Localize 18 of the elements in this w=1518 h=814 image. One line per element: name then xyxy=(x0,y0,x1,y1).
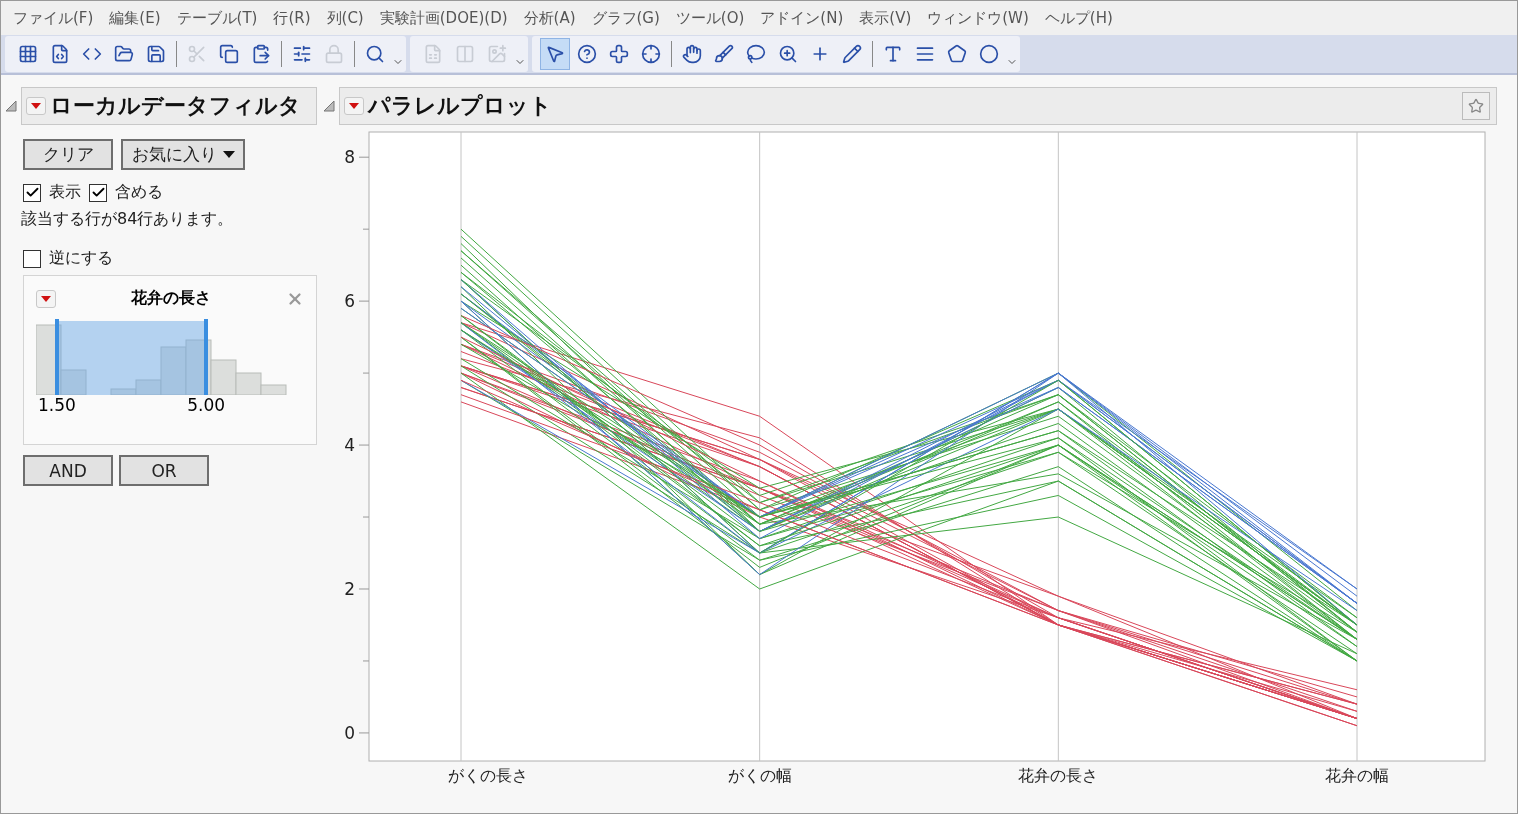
axis-label: がくの幅 xyxy=(727,766,792,785)
y-tick-label: 0 xyxy=(344,722,355,743)
axis-label: がくの長さ xyxy=(448,766,528,785)
y-tick-label: 8 xyxy=(344,147,355,168)
y-tick-label: 6 xyxy=(344,291,355,312)
panel-title: ローカルデータフィルタ xyxy=(50,92,301,120)
range-label: 5.00 xyxy=(187,395,225,415)
checkbox-label: 含める xyxy=(115,182,163,203)
match-count-text: 該当する行が84行あります。 xyxy=(21,209,235,230)
panel-title: パラレルプロット xyxy=(368,92,552,120)
y-tick-label: 4 xyxy=(344,435,355,456)
range-label: 1.50 xyxy=(38,395,76,415)
axis-label: 花弁の長さ xyxy=(1018,766,1099,785)
y-tick-label: 2 xyxy=(344,579,355,599)
axis-label: 花弁の幅 xyxy=(1325,766,1389,785)
column-name: 花弁の長さ xyxy=(130,288,212,309)
checkbox-label: 表示 xyxy=(49,182,81,203)
checkbox-label: 逆にする xyxy=(49,248,113,269)
